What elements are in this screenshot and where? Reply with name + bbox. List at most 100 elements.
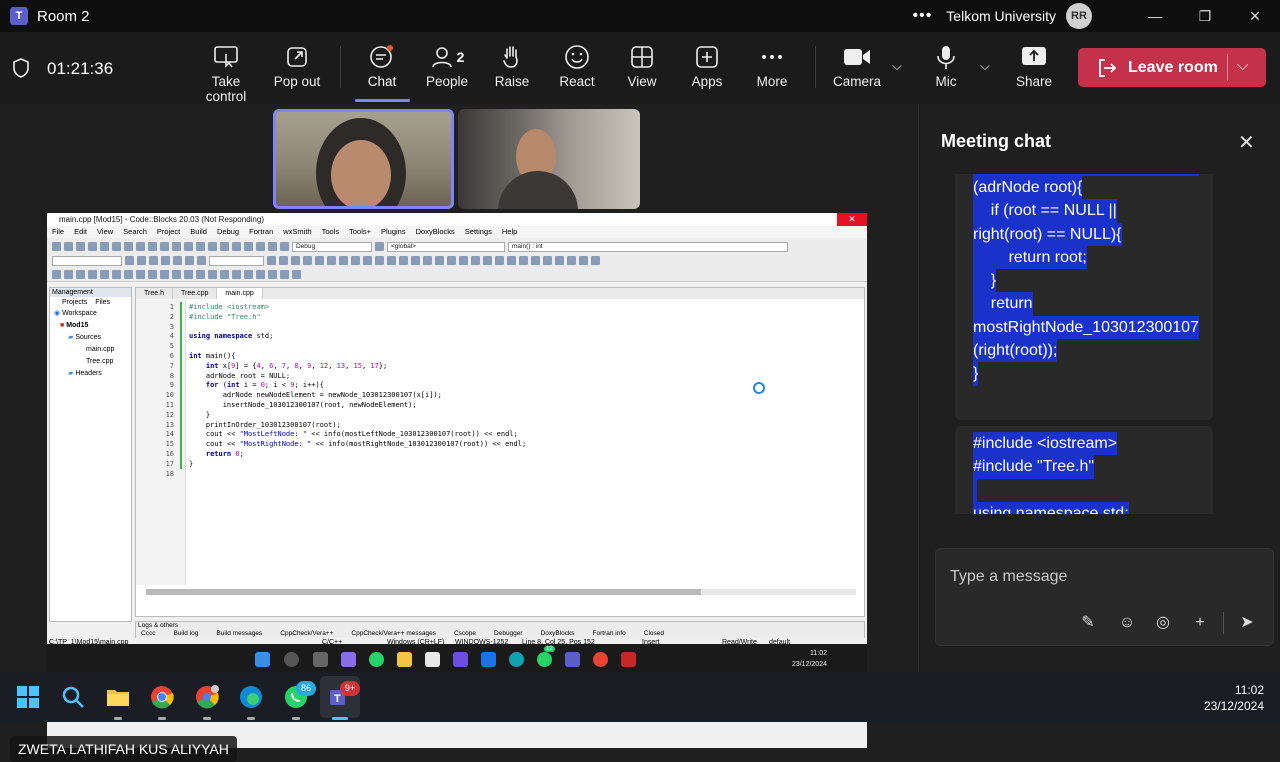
camera-icon: [844, 49, 870, 65]
teams-badge: 9+: [340, 681, 360, 696]
leave-options-chevron-icon[interactable]: ⌵: [1237, 57, 1248, 74]
close-button[interactable]: ✕: [1230, 8, 1280, 25]
people-label: People: [425, 74, 469, 89]
chat-message[interactable]: #include <iostream> #include "Tree.h" usi…: [955, 426, 1213, 514]
mic-options-chevron-icon[interactable]: ⌵: [980, 58, 990, 74]
chat-label: Chat: [367, 74, 397, 89]
chrome-profile-icon[interactable]: [195, 685, 219, 709]
avatar[interactable]: RR: [1066, 3, 1092, 29]
management-title: Management: [50, 288, 131, 297]
toolbar-row: [52, 268, 301, 281]
changed-line-marker: [180, 449, 182, 459]
line-number: 6: [169, 352, 174, 360]
log-tab: CppCheck/Vera++ messages: [351, 630, 436, 637]
tree-node: ▰ Headers: [68, 370, 102, 377]
changed-line-marker: [180, 458, 182, 469]
pop-out-label: Pop out: [273, 74, 321, 89]
search-icon: [284, 652, 299, 667]
react-button[interactable]: React: [541, 42, 613, 89]
minimize-button[interactable]: —: [1130, 8, 1180, 24]
loop-icon[interactable]: ◎: [1152, 612, 1174, 634]
toolbar-divider: [340, 46, 341, 88]
changed-line-marker: [180, 351, 182, 361]
chat-messages[interactable]: (adrNode root){ if (root == NULL || right…: [951, 174, 1213, 514]
raise-button[interactable]: Raise: [476, 42, 548, 89]
code-line: }: [189, 410, 211, 419]
chrome-icon[interactable]: [150, 685, 174, 709]
logs-panel: Logs & others Cccc Build log Build message…: [135, 621, 865, 639]
toolbar-row: Debug <global> main() : int: [52, 240, 788, 253]
restore-button[interactable]: ❐: [1180, 8, 1230, 25]
participant-name-tag: ZWETA LATHIFAH KUS ALIYYAH: [10, 736, 237, 762]
start-icon[interactable]: [16, 685, 40, 709]
editor-tab: Tree.h: [136, 288, 173, 299]
build-target-select: Debug: [292, 241, 372, 252]
tree-node: Tree.cpp: [86, 358, 114, 365]
search-icon[interactable]: [61, 685, 85, 709]
line-number: 1: [169, 303, 174, 311]
camera-button[interactable]: Camera: [821, 42, 893, 89]
format-icon[interactable]: ✎: [1077, 612, 1099, 634]
shield-icon[interactable]: [12, 58, 30, 78]
code-line: adrNode newNodeElement = newNode_1030123…: [189, 391, 442, 400]
share-button[interactable]: Share: [998, 42, 1070, 89]
menu-item: Plugins: [381, 227, 406, 236]
log-tab: Closed: [643, 630, 665, 637]
participant-video-tile[interactable]: [458, 109, 640, 209]
send-icon[interactable]: ➤: [1236, 612, 1258, 634]
codeblocks-menu: File Edit View Search Project Build Debu…: [47, 226, 867, 238]
line-number: 12: [165, 410, 174, 419]
meeting-chat-panel: Meeting chat ✕ (adrNode root){ if (root …: [918, 104, 1280, 672]
copilot-icon: [341, 652, 356, 667]
code-line: #include "Tree.h": [189, 312, 261, 321]
emoji-icon[interactable]: ☺: [1116, 612, 1138, 634]
window-title: main.cpp [Mod15] - Code::Blocks 20.03 (N…: [59, 215, 264, 224]
line-number: 11: [165, 401, 174, 409]
mic-button[interactable]: Mic: [910, 42, 982, 89]
people-button[interactable]: 2 People: [411, 42, 483, 89]
camera-options-chevron-icon[interactable]: ⌵: [892, 58, 902, 74]
message-composer[interactable]: Type a message ✎ ☺ ◎ + ➤: [935, 548, 1274, 646]
changed-line-marker: [180, 439, 182, 450]
codeblocks-toolbars: Debug <global> main() : int: [47, 238, 867, 282]
view-label: View: [627, 74, 657, 89]
view-button[interactable]: View: [606, 42, 678, 89]
pop-out-button[interactable]: Pop out: [261, 42, 333, 89]
more-button[interactable]: More: [736, 42, 808, 89]
participant-video-tile[interactable]: [273, 109, 454, 209]
codeblocks-icon: [621, 652, 636, 667]
close-chat-button[interactable]: ✕: [1238, 130, 1255, 155]
chat-button[interactable]: Chat: [346, 42, 418, 89]
tree-node: main.cpp: [86, 346, 115, 353]
toolbar-row: [52, 254, 600, 267]
code-area: 1 #include <iostream> 2 #include "Tree.h" 3 4…: [136, 300, 866, 595]
menu-item: Tools+: [349, 227, 371, 236]
file-explorer-icon[interactable]: [106, 685, 130, 709]
edge-icon[interactable]: [239, 685, 263, 709]
more-options-icon[interactable]: •••: [912, 7, 932, 25]
changed-line-marker: [180, 302, 182, 312]
share-icon: [1022, 47, 1046, 65]
line-number: 15: [165, 440, 174, 449]
take-control-button[interactable]: Take control: [190, 42, 262, 104]
leave-room-button[interactable]: Leave room ⌵: [1078, 48, 1266, 87]
menu-item: Settings: [464, 227, 492, 236]
log-tab: DoxyBlocks: [540, 630, 575, 637]
code-editor: Tree.h Tree.cpp main.cpp 1 #include <iost…: [135, 287, 865, 617]
editor-tab: Tree.cpp: [173, 288, 218, 299]
attach-plus-icon[interactable]: +: [1189, 612, 1211, 634]
apps-button[interactable]: Apps: [671, 42, 743, 89]
store-icon: [425, 652, 440, 667]
chat-message[interactable]: (adrNode root){ if (root == NULL || right…: [955, 174, 1213, 420]
whatsapp-icon: [369, 652, 384, 667]
react-label: React: [559, 74, 595, 89]
changed-line-marker: [180, 311, 182, 322]
message-input[interactable]: Type a message: [950, 568, 1067, 586]
taskbar-clock[interactable]: 11:02 23/12/2024: [1204, 682, 1264, 714]
svg-text:T: T: [334, 693, 341, 705]
mic-icon: [937, 46, 955, 69]
changed-line-marker: [180, 380, 182, 391]
code-line: printInOrder_103012300107(root);: [189, 420, 341, 429]
code-line: return 0;: [205, 450, 244, 458]
logs-title: Logs & others: [138, 622, 179, 629]
